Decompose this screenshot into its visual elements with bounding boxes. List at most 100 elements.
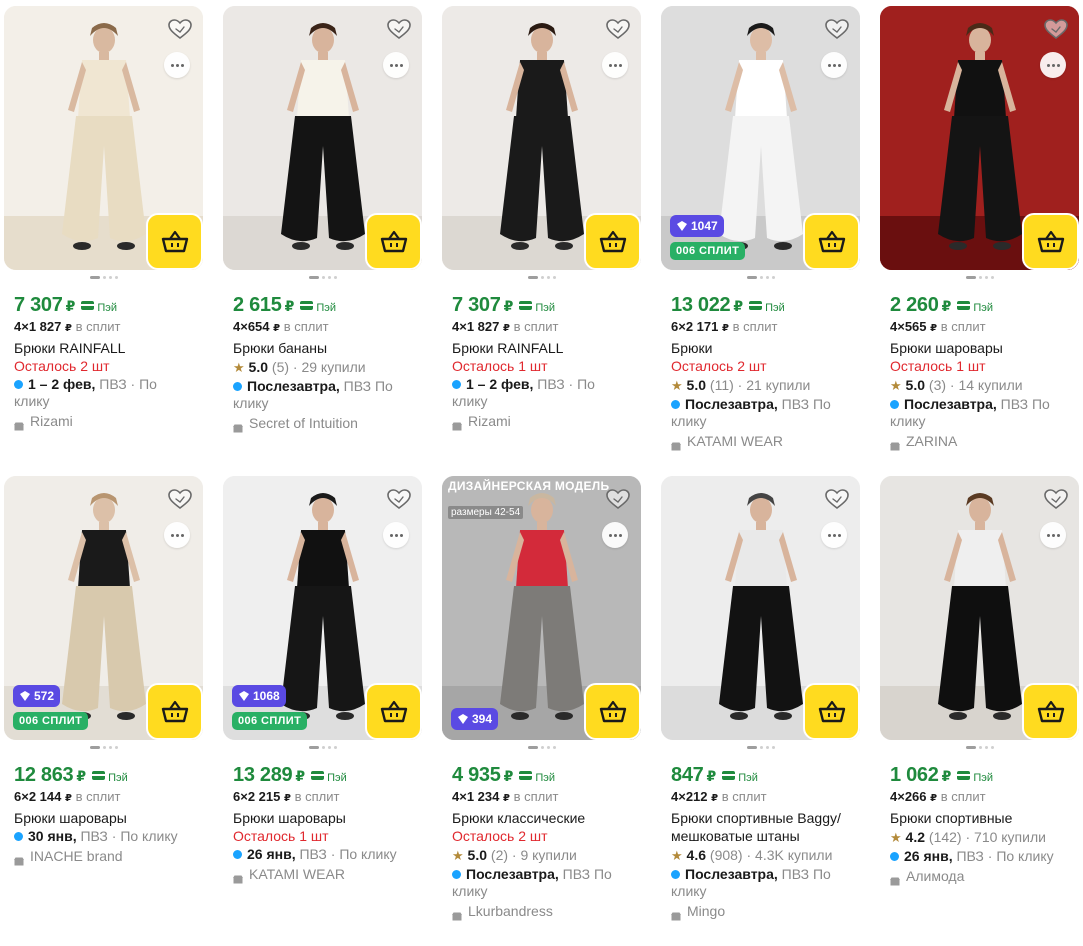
seller[interactable]: Secret of Intuition	[233, 414, 412, 432]
favorite-heart-icon[interactable]	[824, 18, 850, 40]
image-carousel-dots[interactable]	[661, 276, 860, 280]
add-to-cart-button[interactable]	[1022, 213, 1079, 270]
add-to-cart-button[interactable]	[584, 683, 641, 740]
product-title: Брюки шаровары	[14, 810, 127, 826]
product-image[interactable]	[661, 476, 860, 740]
seller[interactable]: Rizami	[452, 412, 631, 430]
seller-name: KATAMI WEAR	[249, 866, 345, 882]
product-image[interactable]	[880, 6, 1079, 270]
more-options-button[interactable]	[1040, 52, 1066, 78]
favorite-heart-icon[interactable]	[386, 488, 412, 510]
split-suffix: в сплит	[513, 319, 559, 334]
product-card[interactable]: 2 260 ₽ Пэй 4×565 ₽ в сплит Брюки шаровары Ос…	[880, 6, 1079, 468]
more-options-button[interactable]	[383, 52, 409, 78]
product-image[interactable]	[880, 476, 1079, 740]
favorite-heart-icon[interactable]	[1043, 18, 1069, 40]
seller[interactable]: KATAMI WEAR	[233, 865, 412, 883]
product-card[interactable]: 572 006 СПЛИТ 12 863 ₽ Пэй 6×2 144 ₽ в сплит Б…	[4, 476, 203, 938]
shop-icon	[890, 437, 900, 450]
product-image[interactable]: 1068 006 СПЛИТ	[223, 476, 422, 740]
image-carousel-dots[interactable]	[442, 746, 641, 750]
more-options-button[interactable]	[821, 522, 847, 548]
favorite-heart-icon[interactable]	[1043, 488, 1069, 510]
image-carousel-dots[interactable]	[4, 276, 203, 280]
product-card[interactable]: 847 ₽ Пэй 4×212 ₽ в сплит Брюки спортивные B…	[661, 476, 860, 938]
favorite-heart-icon[interactable]	[167, 18, 193, 40]
product-card[interactable]: 1 062 ₽ Пэй 4×266 ₽ в сплит Брюки спортивные…	[880, 476, 1079, 938]
add-to-cart-button[interactable]	[1022, 683, 1079, 740]
image-carousel-dots[interactable]	[4, 746, 203, 750]
rating-details: (142) · 710 купили	[928, 829, 1046, 845]
split-amount: 4×1 234	[452, 789, 500, 804]
seller[interactable]: Mingo	[671, 902, 850, 920]
add-to-cart-button[interactable]	[365, 683, 422, 740]
split-payment: 6×2 171 ₽ в сплит	[671, 319, 850, 334]
add-to-cart-button[interactable]	[803, 213, 860, 270]
favorite-heart-icon[interactable]	[824, 488, 850, 510]
rating-value: 4.6	[686, 847, 707, 863]
stock-warning: Осталось 1 шт	[233, 828, 329, 844]
more-options-button[interactable]	[1040, 522, 1066, 548]
image-carousel-dots[interactable]	[880, 746, 1079, 750]
more-options-button[interactable]	[383, 522, 409, 548]
product-info: 13 022 ₽ Пэй 6×2 171 ₽ в сплит Брюки Осталось…	[661, 294, 860, 450]
shop-icon	[671, 907, 681, 920]
product-image[interactable]	[223, 6, 422, 270]
price-row: 847 ₽ Пэй	[671, 764, 850, 787]
seller-name: Lkurbandress	[468, 903, 553, 919]
rating-row: ★ 5.0 (3) · 14 купили	[890, 376, 1069, 395]
product-card[interactable]: 7 307 ₽ Пэй 4×1 827 ₽ в сплит Брюки RAINFALL…	[442, 6, 641, 468]
price-value: 2 260	[890, 294, 939, 316]
image-carousel-dots[interactable]	[223, 746, 422, 750]
more-options-button[interactable]	[602, 522, 628, 548]
favorite-heart-icon[interactable]	[605, 18, 631, 40]
image-carousel-dots[interactable]	[442, 276, 641, 280]
image-carousel-dots[interactable]	[880, 276, 1079, 280]
star-icon: ★	[890, 830, 902, 845]
product-card[interactable]: 2 615 ₽ Пэй 4×654 ₽ в сплит Брюки бананы ★ 5.…	[223, 6, 422, 468]
delivery-date: 1 – 2 фев,	[466, 376, 534, 392]
split-suffix: в сплит	[294, 789, 340, 804]
pay-label: Пэй	[97, 302, 117, 314]
product-image[interactable]: 1047 006 СПЛИТ	[661, 6, 860, 270]
seller[interactable]: INACHE brand	[14, 847, 193, 865]
price-row: 2 260 ₽ Пэй	[890, 294, 1069, 317]
more-options-button[interactable]	[602, 52, 628, 78]
split-payment: 6×2 144 ₽ в сплит	[14, 789, 193, 804]
image-carousel-dots[interactable]	[661, 746, 860, 750]
seller-name: KATAMI WEAR	[687, 433, 783, 449]
split-currency: ₽	[273, 323, 281, 334]
rating-details: (2) · 9 купили	[490, 847, 577, 863]
add-to-cart-button[interactable]	[803, 683, 860, 740]
product-image[interactable]	[442, 6, 641, 270]
currency-sign: ₽	[503, 298, 514, 314]
seller[interactable]: Lkurbandress	[452, 902, 631, 920]
add-to-cart-button[interactable]	[146, 213, 203, 270]
seller[interactable]: Алимода	[890, 867, 1069, 885]
product-card[interactable]: 1068 006 СПЛИТ 13 289 ₽ Пэй 6×2 215 ₽ в сплит…	[223, 476, 422, 938]
seller[interactable]: KATAMI WEAR	[671, 432, 850, 450]
more-options-button[interactable]	[821, 52, 847, 78]
split-suffix: в сплит	[940, 789, 986, 804]
seller[interactable]: ZARINA	[890, 432, 1069, 450]
favorite-heart-icon[interactable]	[605, 488, 631, 510]
more-options-button[interactable]	[164, 522, 190, 548]
favorite-heart-icon[interactable]	[386, 18, 412, 40]
add-to-cart-button[interactable]	[584, 213, 641, 270]
product-image[interactable]: ДИЗАЙНЕРСКАЯ МОДЕЛЬ размеры 42-54 394	[442, 476, 641, 740]
product-card[interactable]: 1047 006 СПЛИТ 13 022 ₽ Пэй 6×2 171 ₽ в сплит…	[661, 6, 860, 468]
favorite-heart-icon[interactable]	[167, 488, 193, 510]
product-card[interactable]: 7 307 ₽ Пэй 4×1 827 ₽ в сплит Брюки RAINFALL…	[4, 6, 203, 468]
image-carousel-dots[interactable]	[223, 276, 422, 280]
price-row: 7 307 ₽ Пэй	[452, 294, 631, 317]
product-card[interactable]: ДИЗАЙНЕРСКАЯ МОДЕЛЬ размеры 42-54 394 4 935…	[442, 476, 641, 938]
points-value: 1068	[253, 689, 280, 703]
product-image[interactable]: 572 006 СПЛИТ	[4, 476, 203, 740]
add-to-cart-button[interactable]	[365, 213, 422, 270]
more-options-button[interactable]	[164, 52, 190, 78]
product-image[interactable]	[4, 6, 203, 270]
currency-sign: ₽	[65, 298, 76, 314]
add-to-cart-button[interactable]	[146, 683, 203, 740]
points-value: 572	[34, 689, 55, 703]
seller[interactable]: Rizami	[14, 412, 193, 430]
